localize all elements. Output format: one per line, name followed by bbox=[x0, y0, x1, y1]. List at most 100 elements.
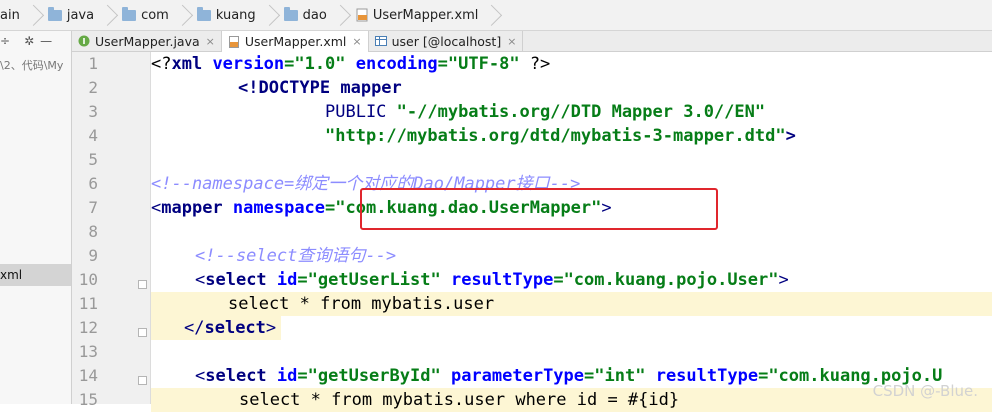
project-path-text: \2、代码\My bbox=[0, 59, 64, 72]
line-number: 13 bbox=[78, 342, 98, 361]
folder-icon bbox=[196, 6, 211, 21]
gear-icon[interactable]: ✲ bbox=[24, 34, 34, 48]
tab-label: UserMapper.java bbox=[95, 33, 200, 49]
collapse-icon[interactable]: ÷ bbox=[0, 34, 10, 48]
line-number: 15 bbox=[78, 390, 98, 409]
xml-file-icon bbox=[355, 8, 369, 22]
code-token: > bbox=[785, 126, 796, 146]
tab-label: UserMapper.xml bbox=[244, 34, 347, 49]
line-number: 8 bbox=[88, 222, 98, 241]
code-token: "getUserById" bbox=[307, 366, 441, 386]
code-token: = bbox=[325, 198, 336, 218]
folder-icon bbox=[47, 6, 62, 21]
code-token: < bbox=[195, 270, 206, 290]
breadcrumb-label: kuang bbox=[215, 7, 256, 23]
xml-file-icon bbox=[228, 35, 240, 48]
code-token: "-//mybatis.org//DTD Mapper 3.0//EN" bbox=[396, 102, 766, 122]
line-number: 12 bbox=[78, 318, 98, 337]
code-token: = bbox=[284, 54, 295, 74]
tab-usermapper-xml[interactable]: UserMapper.xml × bbox=[221, 31, 369, 52]
code-token: mapper bbox=[161, 198, 233, 218]
code-token: "UTF-8" bbox=[447, 54, 520, 74]
breadcrumb-item-java[interactable]: java bbox=[42, 0, 116, 30]
hide-panel-icon[interactable]: — bbox=[40, 34, 52, 48]
code-token: mapper bbox=[340, 78, 402, 98]
line-number: 4 bbox=[88, 126, 98, 145]
code-token: "getUserList" bbox=[307, 270, 441, 290]
code-token: ?> bbox=[519, 54, 551, 74]
code-token: = bbox=[297, 270, 308, 290]
code-token: <!DOCTYPE bbox=[238, 78, 341, 98]
breadcrumb-separator bbox=[100, 0, 110, 30]
breadcrumb-item-dao[interactable]: dao bbox=[278, 0, 349, 30]
code-line-10: <select id="getUserList" resultType="com… bbox=[195, 268, 789, 292]
breadcrumb-separator bbox=[333, 0, 343, 30]
close-icon[interactable]: × bbox=[507, 35, 516, 48]
code-token: = bbox=[437, 54, 448, 74]
breadcrumb-separator bbox=[262, 0, 272, 30]
code-token: id bbox=[276, 366, 298, 386]
code-token: > bbox=[778, 270, 789, 290]
code-line-4: "http://mybatis.org/dtd/mybatis-3-mapper… bbox=[325, 124, 796, 148]
breadcrumb-separator bbox=[26, 0, 36, 30]
line-number: 14 bbox=[78, 366, 98, 385]
project-tree-selected-item[interactable]: xml bbox=[0, 264, 71, 286]
fold-marker-icon[interactable] bbox=[138, 376, 147, 385]
line-number: 10 bbox=[78, 270, 98, 289]
code-line-14: <select id="getUserById" parameterType="… bbox=[195, 364, 942, 388]
code-line-3: PUBLIC "-//mybatis.org//DTD Mapper 3.0//… bbox=[325, 100, 765, 124]
code-token: "int" bbox=[594, 366, 646, 386]
fold-marker-icon[interactable] bbox=[138, 280, 147, 289]
line-number: 5 bbox=[88, 150, 98, 169]
annotation-highlight-box bbox=[360, 188, 718, 230]
line-number: 11 bbox=[78, 294, 98, 313]
code-token: select bbox=[205, 366, 277, 386]
code-token: </ bbox=[184, 318, 205, 338]
tab-usermapper-java[interactable]: UserMapper.java × bbox=[72, 31, 222, 51]
code-token: select * from mybatis.user where id = #{… bbox=[239, 390, 680, 410]
code-token: namespace bbox=[232, 198, 326, 218]
project-toolbar: ÷ ✲ — bbox=[0, 31, 71, 51]
code-token: resultType bbox=[450, 270, 554, 290]
code-token: select bbox=[204, 318, 266, 338]
code-token: parameterType bbox=[450, 366, 585, 386]
breadcrumb-item-kuang[interactable]: kuang bbox=[191, 0, 278, 30]
tab-user-localhost[interactable]: user [@localhost] × bbox=[369, 31, 524, 51]
breadcrumb-separator bbox=[175, 0, 185, 30]
code-token: > bbox=[265, 318, 277, 338]
breadcrumb-item-usermapper-xml[interactable]: UserMapper.xml bbox=[349, 0, 501, 30]
table-icon bbox=[374, 35, 387, 47]
folder-icon bbox=[283, 6, 298, 21]
watermark: CSDN @-Blue. bbox=[872, 382, 978, 400]
close-icon[interactable]: × bbox=[206, 35, 215, 48]
code-token: encoding bbox=[355, 54, 438, 74]
code-token: version bbox=[212, 54, 285, 74]
close-icon[interactable]: × bbox=[352, 35, 361, 48]
code-token: resultType bbox=[655, 366, 759, 386]
breadcrumb-item-main[interactable]: ain bbox=[0, 0, 42, 30]
breadcrumb-item-com[interactable]: com bbox=[116, 0, 191, 30]
fold-marker-icon[interactable] bbox=[138, 328, 147, 337]
code-token: "com.kuang.pojo.User" bbox=[563, 270, 779, 290]
code-token: <? bbox=[151, 54, 172, 74]
editor-tab-bar: UserMapper.java × UserMapper.xml × user … bbox=[72, 31, 992, 52]
breadcrumb-label: UserMapper.xml bbox=[372, 7, 479, 23]
breadcrumb-separator bbox=[484, 0, 494, 30]
code-token: < bbox=[151, 198, 162, 218]
line-number: 1 bbox=[88, 54, 98, 73]
code-token: select bbox=[205, 270, 277, 290]
project-panel: ÷ ✲ — \2、代码\My xml bbox=[0, 31, 72, 404]
line-number: 6 bbox=[88, 174, 98, 193]
code-comment: <!--select查询语句--> bbox=[195, 246, 397, 266]
code-token: select * from mybatis.user bbox=[228, 294, 495, 314]
code-token: PUBLIC bbox=[325, 102, 397, 122]
folder-icon bbox=[122, 6, 137, 21]
code-token: = bbox=[297, 366, 308, 386]
code-line-9: <!--select查询语句--> bbox=[195, 244, 396, 268]
code-token: = bbox=[553, 270, 564, 290]
code-line-2: <!DOCTYPE mapper bbox=[238, 76, 402, 100]
breadcrumb-label: ain bbox=[0, 7, 20, 23]
line-number: 9 bbox=[88, 246, 98, 265]
